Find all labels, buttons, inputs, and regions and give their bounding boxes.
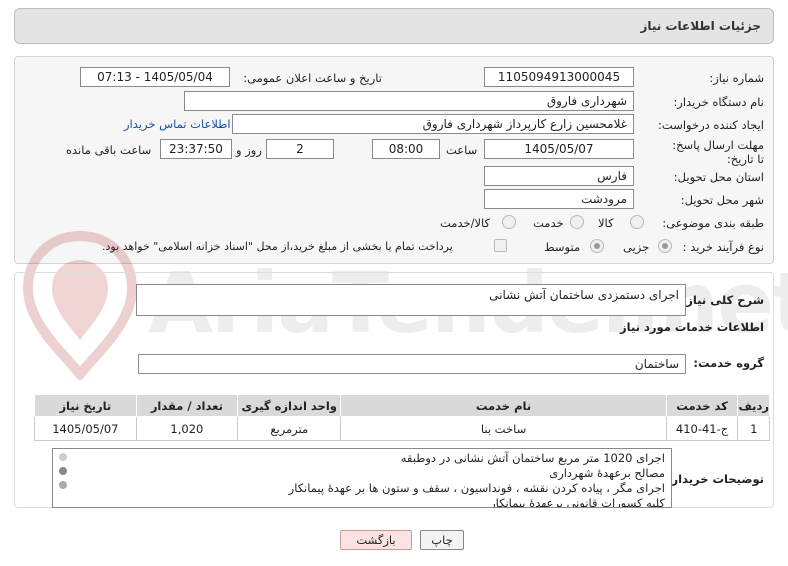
col-row-number: ردیف — [737, 394, 770, 417]
days-label: روز و — [236, 143, 262, 157]
category-option-goods: کالا — [598, 216, 614, 230]
contact-info-link[interactable]: اطلاعات تماس خریدار — [124, 117, 231, 131]
summary-field: اجرای دستمزدی ساختمان آتش نشانی — [136, 284, 686, 316]
notes-line: کلیه کسورات قانونی برعهدۀ پیمانکار — [490, 496, 665, 508]
notes-line: مصالح برعهدۀ شهرداری — [549, 466, 665, 480]
col-service-code: کد خدمت — [665, 394, 739, 417]
city-field: مرودشت — [484, 189, 634, 209]
category-option-service: خدمت — [533, 216, 564, 230]
cell-service-name: ساخت بنا — [340, 416, 667, 441]
col-quantity: تعداد / مقدار — [135, 394, 239, 417]
city-label: شهر محل تحویل: — [680, 193, 764, 207]
creator-label: ایجاد کننده درخواست: — [658, 118, 764, 132]
cell-service-code: ج-41-410 — [665, 416, 739, 441]
category-radio-goods-service[interactable] — [502, 215, 516, 229]
deadline-time-field: 08:00 — [372, 139, 440, 159]
category-option-goods-service: کالا/خدمت — [440, 216, 491, 230]
cell-quantity: 1,020 — [135, 416, 239, 441]
buyer-org-field: شهرداری فاروق — [184, 91, 634, 111]
buyer-notes-field[interactable]: اجرای 1020 متر مربع ساختمان آتش نشانی در… — [52, 448, 672, 508]
announce-datetime-field: 1405/05/04 - 07:13 — [80, 67, 230, 87]
table-row: 1 ج-41-410 ساخت بنا مترمربع 1,020 1405/0… — [34, 416, 770, 441]
deadline-date-field: 1405/05/07 — [484, 139, 634, 159]
col-need-date: تاریخ نیاز — [34, 394, 137, 417]
service-group-field: ساختمان — [138, 354, 686, 374]
buyer-notes-label: توضیحات خریدار: — [666, 472, 764, 486]
page-title: جزئیات اطلاعات نیاز — [640, 19, 761, 33]
buyer-org-label: نام دستگاه خریدار: — [673, 95, 764, 109]
cell-row-number: 1 — [737, 416, 770, 441]
scroll-indicator-icon — [59, 467, 67, 475]
announce-datetime-label: تاریخ و ساعت اعلان عمومی: — [243, 71, 382, 85]
days-field: 2 — [266, 139, 334, 159]
service-group-label: گروه خدمت: — [693, 356, 764, 370]
cell-unit: مترمربع — [237, 416, 342, 441]
cell-need-date: 1405/05/07 — [34, 416, 137, 441]
print-button[interactable]: چاپ — [420, 530, 464, 550]
process-label: نوع فرآیند خرید : — [682, 240, 764, 254]
category-label: طبقه بندی موضوعی: — [662, 216, 764, 230]
remaining-time-field: 23:37:50 — [160, 139, 232, 159]
deadline-label: مهلت ارسال پاسخ: تا تاریخ: — [672, 138, 764, 166]
scroll-indicator-icon — [59, 481, 67, 489]
deadline-time-label: ساعت — [446, 143, 478, 157]
remaining-time-label: ساعت باقی مانده — [66, 143, 152, 157]
page-header: جزئیات اطلاعات نیاز — [14, 8, 774, 44]
process-radio-minor[interactable] — [658, 239, 672, 253]
table-header-row: ردیف کد خدمت نام خدمت واحد اندازه گیری ت… — [34, 394, 770, 417]
notes-line: اجرای 1020 متر مربع ساختمان آتش نشانی در… — [400, 451, 665, 465]
col-unit: واحد اندازه گیری — [237, 394, 342, 417]
process-option-minor: جزیی — [623, 240, 650, 254]
scroll-indicator-icon — [59, 453, 67, 461]
col-service-name: نام خدمت — [340, 394, 667, 417]
need-number-field: 1105094913000045 — [484, 67, 634, 87]
notes-line: اجرای مگر ، پیاده کردن نقشه ، فونداسیون … — [288, 481, 665, 495]
summary-label: شرح کلی نیاز: — [681, 293, 764, 307]
category-radio-goods[interactable] — [630, 215, 644, 229]
services-table: ردیف کد خدمت نام خدمت واحد اندازه گیری ت… — [34, 394, 770, 441]
province-label: استان محل تحویل: — [673, 170, 764, 184]
back-button[interactable]: بازگشت — [340, 530, 412, 550]
province-field: فارس — [484, 166, 634, 186]
need-number-label: شماره نیاز: — [709, 71, 764, 85]
category-radio-service[interactable] — [570, 215, 584, 229]
creator-field: غلامحسین زارع کارپرداز شهرداری فاروق — [232, 114, 634, 134]
services-section-title: اطلاعات خدمات مورد نیاز — [620, 320, 764, 334]
